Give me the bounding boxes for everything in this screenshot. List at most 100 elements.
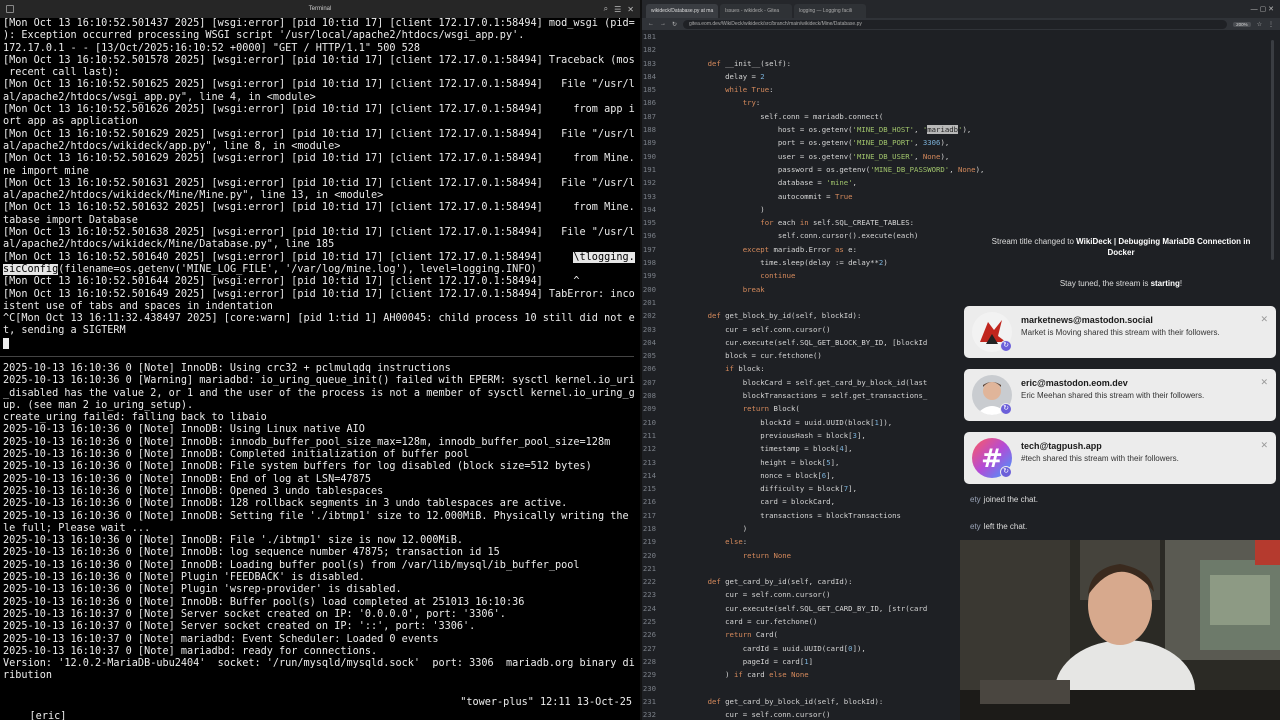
line-number[interactable]: 228 [642,655,690,668]
line-number[interactable]: 199 [642,269,690,282]
terminal-pane-mariadb-log[interactable]: 2025-10-13 16:10:36 0 [Note] InnoDB: Usi… [3,363,635,685]
browser-navbar: ← → ↻ gitea.eom.dev/WikiDeck/wikideck/sr… [642,18,1280,30]
pane-divider[interactable] [0,356,634,357]
browser-tab-logging[interactable]: logging — Logging facili [794,4,866,18]
code-text: ) [690,204,765,214]
line-number[interactable]: 203 [642,323,690,336]
line-number[interactable]: 181 [642,30,690,43]
line-number[interactable]: 219 [642,535,690,548]
code-line: 198 time.sleep(delay := delay**2) [642,256,1280,269]
log-line: al/apache2/htdocs/wikideck/Mine/Database… [3,239,335,251]
close-icon[interactable]: ✕ [1260,314,1268,325]
line-number[interactable]: 208 [642,389,690,402]
line-number[interactable]: 221 [642,562,690,575]
line-number[interactable]: 188 [642,123,690,136]
line-number[interactable]: 196 [642,229,690,242]
line-number[interactable]: 195 [642,216,690,229]
code-scrollbar[interactable] [1271,40,1274,260]
line-number[interactable]: 214 [642,469,690,482]
line-number[interactable]: 216 [642,495,690,508]
window-controls-icon[interactable]: — ▢ ✕ [1251,5,1274,13]
log-line: 2025-10-13 16:10:36 0 [Note] InnoDB: inn… [3,436,611,448]
line-number[interactable]: 211 [642,429,690,442]
log-line: [Mon Oct 13 16:10:52.501629 2025] [wsgi:… [3,128,635,140]
line-number[interactable]: 205 [642,349,690,362]
line-number[interactable]: 210 [642,416,690,429]
line-number[interactable]: 220 [642,549,690,562]
line-number[interactable]: 212 [642,442,690,455]
line-number[interactable]: 198 [642,256,690,269]
terminal-titlebar: Terminal ⌕ ☰ ✕ [0,0,640,18]
code-line: 195 for each in self.SQL_CREATE_TABLES: [642,216,1280,229]
code-text: while True: [725,85,774,95]
line-number[interactable]: 187 [642,110,690,123]
line-number[interactable]: 230 [642,682,690,695]
log-line: [Mon Oct 13 16:10:52.501578 2025] [wsgi:… [3,54,635,66]
code-text: ) if card else None [690,670,809,680]
terminal-pane-apache-log[interactable]: [Mon Oct 13 16:10:52.501437 2025] [wsgi:… [3,18,635,356]
line-number[interactable]: 218 [642,522,690,535]
code-line: 194 ) [642,203,1280,216]
line-number[interactable]: 207 [642,376,690,389]
line-number[interactable]: 224 [642,602,690,615]
line-number[interactable]: 190 [642,150,690,163]
log-line: [Mon Oct 13 16:10:52.501631 2025] [wsgi:… [3,177,635,189]
zoom-level[interactable]: 200% [1233,21,1251,27]
chat-user: ety [970,522,981,531]
line-number[interactable]: 213 [642,456,690,469]
browser-tab-issues[interactable]: Issues - wikideck - Gitea [720,4,792,18]
close-icon[interactable]: ✕ [1260,377,1268,388]
line-number[interactable]: 197 [642,243,690,256]
reload-icon[interactable]: ↻ [672,21,677,28]
line-number[interactable]: 227 [642,642,690,655]
log-line: t, sending a SIGTERM [3,325,126,337]
line-number[interactable]: 189 [642,136,690,149]
line-number[interactable]: 193 [642,190,690,203]
line-number[interactable]: 200 [642,283,690,296]
line-number[interactable]: 232 [642,708,690,720]
close-icon[interactable]: ✕ [1260,440,1268,451]
extensions-icon[interactable]: ⋮ [1268,21,1274,28]
chat-event-left: ety left the chat. [970,522,1027,531]
line-number[interactable]: 223 [642,588,690,601]
line-number[interactable]: 191 [642,163,690,176]
line-number[interactable]: 209 [642,402,690,415]
line-number[interactable]: 231 [642,695,690,708]
line-number[interactable]: 184 [642,70,690,83]
terminal-window[interactable]: Terminal ⌕ ☰ ✕ [Mon Oct 13 16:10:52.5014… [0,0,640,720]
url-bar[interactable]: gitea.eom.dev/WikiDeck/wikideck/src/bran… [683,19,1228,29]
back-icon[interactable]: ← [648,21,654,27]
close-icon[interactable]: ✕ [627,5,634,14]
search-icon[interactable]: ⌕ [604,4,608,14]
code-text: time.sleep(delay := delay**2) [690,258,888,268]
notification-handle: marketnews@mastodon.social [1021,315,1153,325]
line-number[interactable]: 206 [642,362,690,375]
line-number[interactable]: 217 [642,509,690,522]
webcam-feed [960,540,1280,720]
line-number[interactable]: 185 [642,83,690,96]
code-text: height = block[5], [690,457,840,467]
new-tab-icon[interactable] [6,5,14,13]
menu-icon[interactable]: ☰ [614,5,621,14]
line-number[interactable]: 215 [642,482,690,495]
code-text: cur = self.conn.cursor() [690,324,831,334]
code-text: cur = self.conn.cursor() [690,590,831,600]
line-number[interactable]: 204 [642,336,690,349]
line-number[interactable]: 194 [642,203,690,216]
line-number[interactable]: 182 [642,43,690,56]
line-number[interactable]: 222 [642,575,690,588]
log-line: [Mon Oct 13 16:10:52.501638 2025] [wsgi:… [3,227,635,239]
line-number[interactable]: 226 [642,628,690,641]
line-number[interactable]: 229 [642,668,690,681]
line-number[interactable]: 192 [642,176,690,189]
bookmark-star-icon[interactable]: ☆ [1257,21,1262,28]
forward-icon[interactable]: → [660,21,666,27]
line-number[interactable]: 202 [642,309,690,322]
line-number[interactable]: 186 [642,96,690,109]
stream-status-prefix: Stay tuned, the stream is [1059,279,1151,288]
line-number[interactable]: 201 [642,296,690,309]
terminal-cursor [3,337,635,350]
line-number[interactable]: 183 [642,57,690,70]
line-number[interactable]: 225 [642,615,690,628]
browser-tab-database-py[interactable]: wikideck/Database.py at ma [646,4,718,18]
